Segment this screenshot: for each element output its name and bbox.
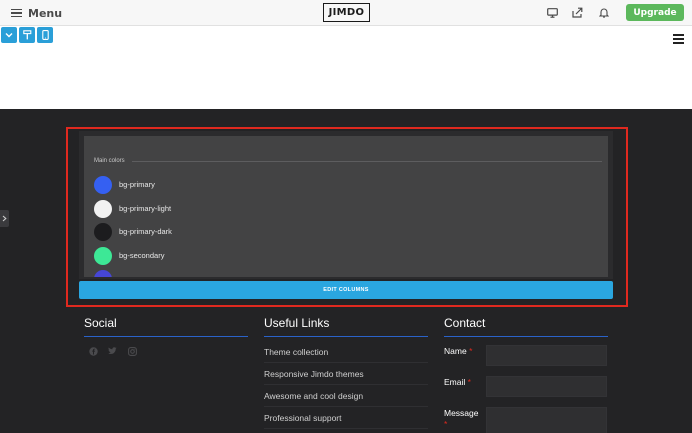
useful-links-title: Useful Links xyxy=(264,316,330,330)
color-item-bg-primary-dark: bg-primary-dark xyxy=(94,222,172,241)
message-field[interactable] xyxy=(486,407,607,433)
color-item-bg-primary-light: bg-primary-light xyxy=(94,199,171,218)
color-swatch xyxy=(94,246,112,265)
email-label: Email * xyxy=(444,377,471,387)
collapse-toolbar-button[interactable] xyxy=(1,27,17,43)
link-responsive-themes[interactable]: Responsive Jimdo themes xyxy=(264,364,428,385)
social-title: Social xyxy=(84,316,117,330)
menu-button[interactable]: Menu xyxy=(11,5,62,21)
name-label: Name * xyxy=(444,346,473,356)
color-label: bg-secondary xyxy=(119,251,165,260)
design-button[interactable] xyxy=(19,27,35,43)
contact-title: Contact xyxy=(444,316,486,330)
chevron-right-icon xyxy=(2,215,7,222)
side-panel-toggle[interactable] xyxy=(0,210,9,227)
name-field[interactable] xyxy=(486,345,607,366)
paint-roller-icon xyxy=(22,30,31,40)
message-label: Message * xyxy=(444,408,479,429)
facebook-icon[interactable] xyxy=(88,346,98,356)
upgrade-button[interactable]: Upgrade xyxy=(626,4,684,21)
contact-underline xyxy=(444,336,608,337)
colors-panel: Main colors bg-primary bg-primary-light … xyxy=(84,136,608,277)
chevron-down-icon xyxy=(5,33,13,38)
link-professional-support[interactable]: Professional support xyxy=(264,408,428,429)
color-label: bg-primary-dark xyxy=(119,227,172,236)
hamburger-icon xyxy=(11,8,22,18)
required-mark: * xyxy=(444,419,448,429)
menu-label: Menu xyxy=(28,6,63,20)
required-mark: * xyxy=(469,346,473,356)
color-label: bg-primary-light xyxy=(119,204,172,213)
color-swatch xyxy=(94,269,112,277)
mobile-icon xyxy=(41,30,49,40)
color-swatch xyxy=(94,222,112,241)
social-underline xyxy=(84,336,248,337)
color-item-partial xyxy=(94,269,119,277)
share-icon[interactable] xyxy=(571,6,584,19)
twitter-icon[interactable] xyxy=(107,346,117,356)
page-menu-icon[interactable] xyxy=(673,34,684,44)
jimdo-logo[interactable]: JIMDO xyxy=(323,3,370,22)
useful-links-underline xyxy=(264,336,428,337)
color-swatch xyxy=(94,175,112,194)
required-mark: * xyxy=(467,377,471,387)
color-label: bg-primary xyxy=(119,180,155,189)
divider xyxy=(132,161,602,162)
main-colors-label: Main colors xyxy=(94,158,125,164)
top-bar: Menu JIMDO Upgrade xyxy=(0,0,692,26)
link-awesome-design[interactable]: Awesome and cool design xyxy=(264,386,428,407)
mobile-preview-button[interactable] xyxy=(37,27,53,43)
email-field[interactable] xyxy=(486,376,607,397)
color-item-bg-primary: bg-primary xyxy=(94,175,155,194)
color-item-bg-secondary: bg-secondary xyxy=(94,246,164,265)
bell-icon[interactable] xyxy=(597,6,610,19)
link-theme-collection[interactable]: Theme collection xyxy=(264,342,428,363)
instagram-icon[interactable] xyxy=(127,346,137,356)
color-swatch xyxy=(94,199,112,218)
desktop-icon[interactable] xyxy=(546,6,559,19)
edit-columns-button[interactable]: EDIT COLUMNS xyxy=(79,281,613,299)
